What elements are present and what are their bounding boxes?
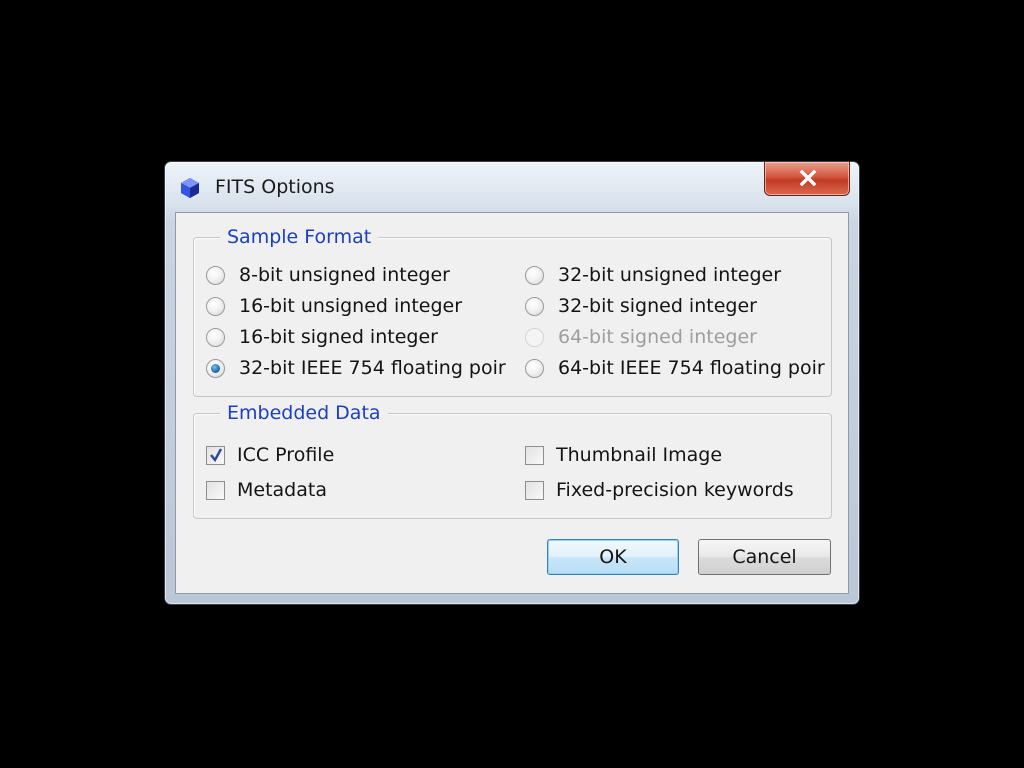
- sample-format-title: Sample Format: [220, 225, 379, 249]
- title-bar[interactable]: FITS Options: [165, 162, 859, 212]
- radio-label: 16-bit signed integer: [239, 326, 438, 348]
- radio-32bit-signed[interactable]: 32-bit signed integer: [525, 293, 757, 319]
- radio-32bit-unsigned[interactable]: 32-bit unsigned integer: [525, 262, 781, 288]
- fits-options-dialog: FITS Options Sample Format 8-bit unsigne…: [164, 161, 860, 605]
- embedded-data-title: Embedded Data: [220, 401, 388, 425]
- checkbox-fixed-precision-keywords[interactable]: Fixed-precision keywords: [525, 477, 794, 503]
- radio-8bit-unsigned[interactable]: 8-bit unsigned integer: [206, 262, 450, 288]
- radio-label: 8-bit unsigned integer: [239, 264, 450, 286]
- cancel-button[interactable]: Cancel: [698, 539, 831, 575]
- radio-16bit-signed[interactable]: 16-bit signed integer: [206, 324, 438, 350]
- checkbox-icc-profile[interactable]: ICC Profile: [206, 442, 334, 468]
- radio-64bit-signed: 64-bit signed integer: [525, 324, 757, 350]
- checkbox[interactable]: [206, 480, 225, 500]
- checkbox-metadata[interactable]: Metadata: [206, 477, 327, 503]
- dialog-client-area: Sample Format 8-bit unsigned integer 16-…: [175, 212, 849, 594]
- radio-32bit-float[interactable]: 32-bit IEEE 754 floating poir: [206, 355, 506, 381]
- radio-16bit-unsigned[interactable]: 16-bit unsigned integer: [206, 293, 462, 319]
- checkbox-checked[interactable]: [206, 445, 225, 465]
- checkbox-label: Thumbnail Image: [556, 444, 723, 466]
- radio-button[interactable]: [525, 296, 544, 316]
- checkbox-label: Metadata: [237, 479, 327, 501]
- close-button[interactable]: [764, 162, 850, 196]
- window-title: FITS Options: [215, 176, 335, 198]
- embedded-data-group: Embedded Data ICC Profile Metadata Thumb…: [193, 401, 832, 519]
- radio-label: 32-bit IEEE 754 floating poir: [239, 357, 506, 379]
- sample-format-group: Sample Format 8-bit unsigned integer 16-…: [193, 225, 832, 397]
- radio-button-disabled: [525, 327, 544, 347]
- radio-label: 32-bit signed integer: [558, 295, 757, 317]
- radio-label: 32-bit unsigned integer: [558, 264, 782, 286]
- radio-button[interactable]: [206, 296, 225, 316]
- radio-button[interactable]: [525, 265, 544, 285]
- close-icon: [799, 170, 817, 186]
- radio-64bit-float[interactable]: 64-bit IEEE 754 floating poir: [525, 355, 825, 381]
- radio-button[interactable]: [206, 265, 225, 285]
- radio-button[interactable]: [206, 327, 225, 347]
- radio-label: 16-bit unsigned integer: [239, 295, 463, 317]
- radio-button[interactable]: [525, 358, 544, 378]
- checkbox[interactable]: [525, 445, 544, 465]
- checkbox-label: Fixed-precision keywords: [556, 479, 794, 501]
- checkmark-icon: [210, 447, 223, 462]
- fits-app-icon: [179, 177, 201, 199]
- radio-label: 64-bit signed integer: [558, 326, 757, 348]
- ok-button[interactable]: OK: [547, 539, 679, 575]
- radio-label: 64-bit IEEE 754 floating poir: [558, 357, 825, 379]
- checkbox-label: ICC Profile: [237, 444, 335, 466]
- radio-button-selected[interactable]: [206, 358, 225, 378]
- checkbox-thumbnail-image[interactable]: Thumbnail Image: [525, 442, 722, 468]
- checkbox[interactable]: [525, 480, 544, 500]
